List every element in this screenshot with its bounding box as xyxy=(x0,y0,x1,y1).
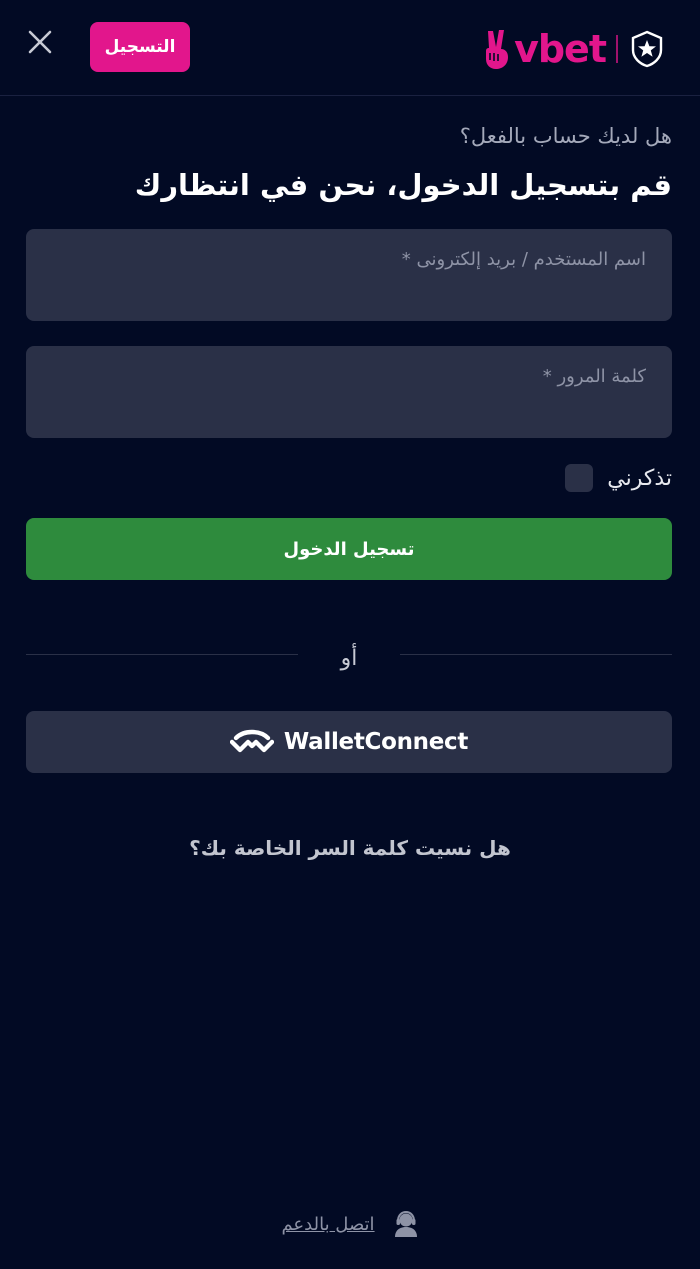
contact-support-label[interactable]: اتصل بالدعم xyxy=(281,1214,374,1235)
brand-divider xyxy=(616,35,618,63)
password-field-container: كلمة المرور * xyxy=(26,346,672,438)
login-page: التسجيل vbet هل لديك حساب بالفعل؟ قم بتس… xyxy=(0,0,700,1269)
username-input[interactable] xyxy=(26,229,672,321)
or-separator: أو xyxy=(340,646,358,671)
close-icon xyxy=(28,30,52,54)
password-input[interactable] xyxy=(26,346,672,438)
walletconnect-icon xyxy=(229,729,274,753)
header: التسجيل vbet xyxy=(0,0,700,96)
separator-line-left xyxy=(26,654,298,655)
brand-name: vbet xyxy=(514,27,607,71)
contact-support[interactable]: اتصل بالدعم xyxy=(0,1206,700,1242)
victory-hand-icon xyxy=(486,30,509,69)
forgot-password-link[interactable]: هل نسيت كلمة السر الخاصة بك؟ xyxy=(0,836,700,860)
register-button[interactable]: التسجيل xyxy=(90,22,190,72)
remember-me-checkbox[interactable] xyxy=(565,464,594,492)
walletconnect-button[interactable]: WalletConnect xyxy=(26,711,672,773)
star-shield-icon xyxy=(631,30,663,68)
remember-me-label: تذكرني xyxy=(607,465,672,491)
username-field-container: اسم المستخدم / بريد إلكترونى * xyxy=(26,229,672,321)
remember-me[interactable]: تذكرني xyxy=(565,462,672,494)
support-agent-icon xyxy=(394,1210,417,1237)
brand-logo[interactable]: vbet xyxy=(482,26,664,72)
close-button[interactable] xyxy=(22,24,58,60)
page-title: قم بتسجيل الدخول، نحن في انتظارك xyxy=(134,168,672,202)
login-button[interactable]: تسجيل الدخول xyxy=(26,518,672,580)
walletconnect-label: WalletConnect xyxy=(283,729,469,755)
login-subtitle: هل لديك حساب بالفعل؟ xyxy=(459,124,672,148)
separator-line-right xyxy=(400,654,672,655)
